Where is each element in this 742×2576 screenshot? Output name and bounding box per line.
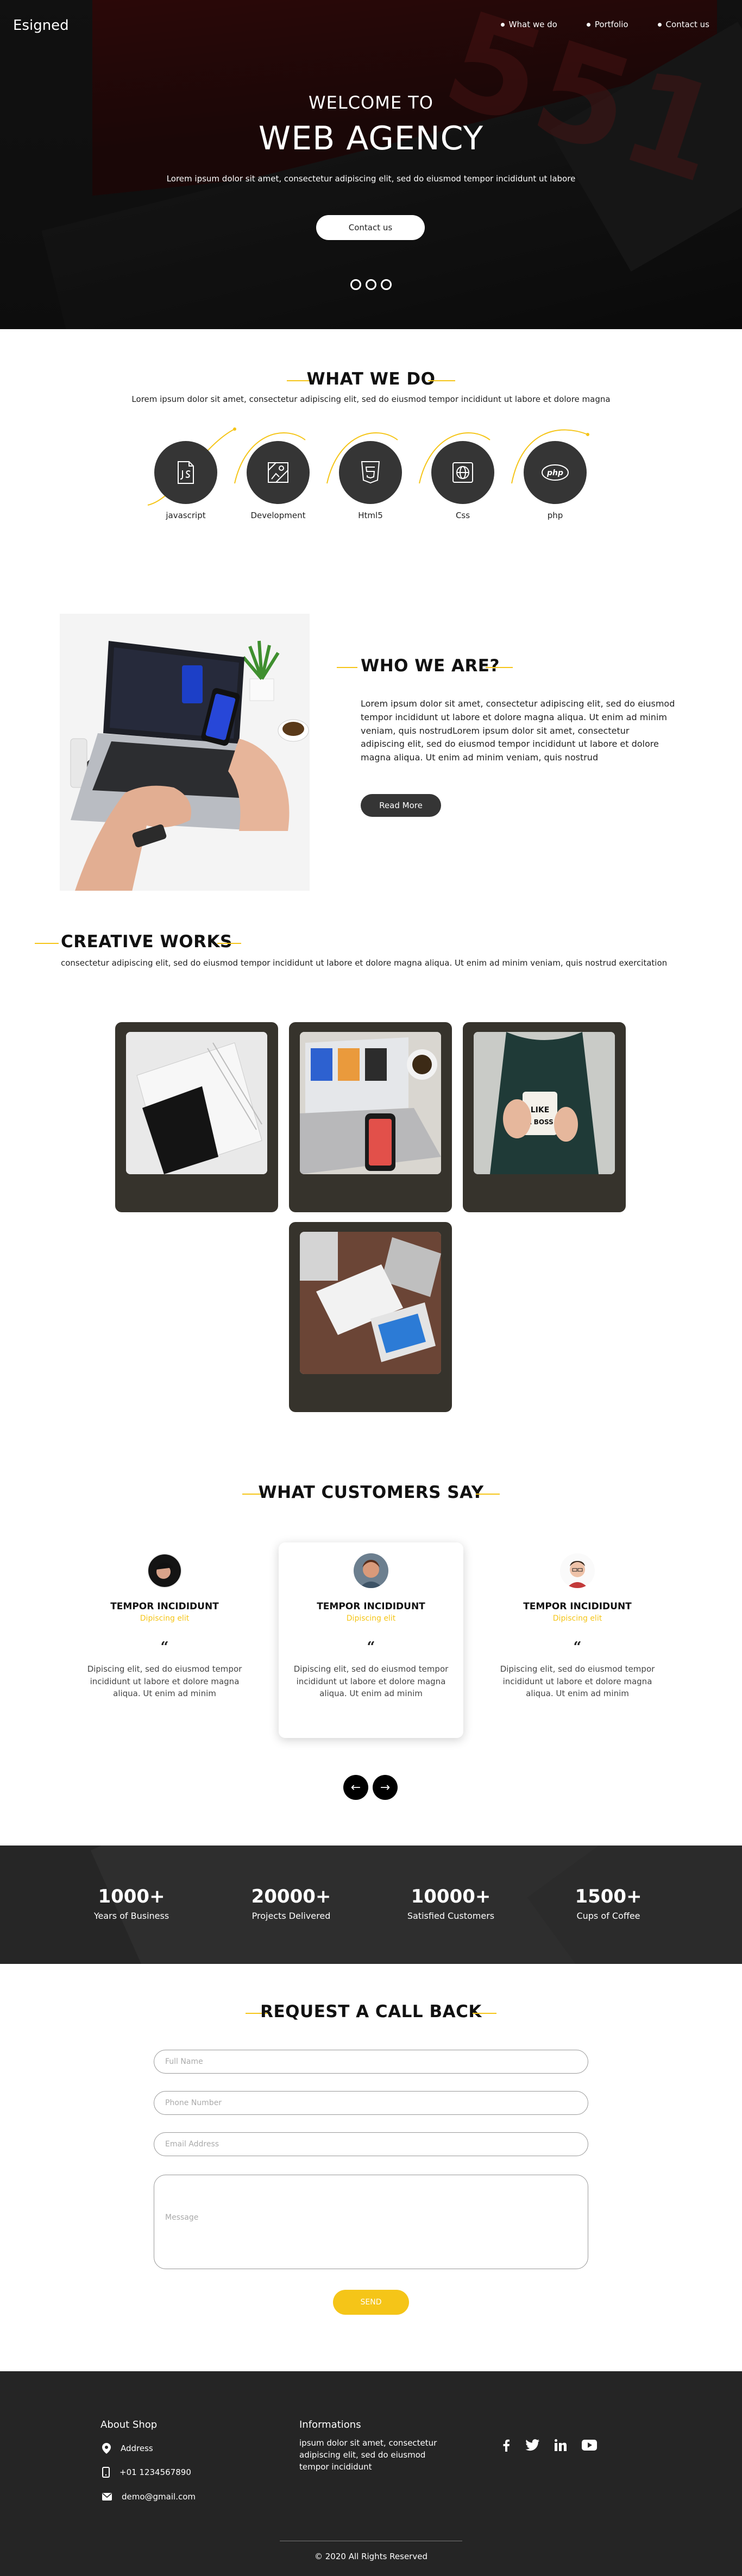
social-links [502, 2439, 597, 2452]
next-arrow-button[interactable]: → [373, 1775, 398, 1800]
read-more-button[interactable]: Read More [361, 794, 441, 817]
callback-title: REQUEST A CALL BACK [260, 2002, 482, 2021]
skill-php[interactable]: php php [523, 441, 588, 520]
nav-bullet-icon [500, 22, 505, 27]
linkedin-icon[interactable] [555, 2439, 567, 2451]
envelope-icon [102, 2493, 112, 2501]
who-we-are-text: Lorem ipsum dolor sit amet, consectetur … [361, 698, 675, 763]
html5-icon [339, 441, 402, 504]
facebook-icon[interactable] [502, 2439, 510, 2452]
stats-section: 1000+ Years of Business 20000+ Projects … [0, 1846, 742, 1964]
portfolio-card[interactable] [115, 1022, 278, 1212]
stat-customers: 10000+ Satisfied Customers [407, 1886, 495, 1921]
copyright: © 2020 All Rights Reserved [315, 2552, 427, 2561]
slider-dots [350, 279, 392, 290]
skill-development[interactable]: Development [246, 441, 311, 520]
customers-title: WHAT CUSTOMERS SAY [258, 1483, 484, 1502]
nav-bullet-icon [586, 22, 590, 27]
slider-dot[interactable] [381, 279, 392, 290]
mobile-phone-icon [102, 2467, 110, 2478]
quote-icon: “ [160, 1639, 169, 1655]
nav-link-portfolio[interactable]: Portfolio [586, 20, 628, 29]
heading-accent-line [473, 2013, 496, 2014]
portfolio-card[interactable] [289, 1022, 452, 1212]
heading-accent-line [217, 943, 241, 944]
avatar [560, 1553, 595, 1588]
footer-phone[interactable]: +01 1234567890 [102, 2467, 191, 2478]
nav-link-contact-us[interactable]: Contact us [657, 20, 709, 29]
footer-email[interactable]: demo@gmail.com [102, 2492, 196, 2502]
who-we-are-title: WHO WE ARE? [361, 656, 500, 676]
portfolio-image-notebook [126, 1032, 267, 1174]
php-icon: php [524, 441, 587, 504]
creative-works-text: consectetur adipiscing elit, sed do eius… [61, 958, 668, 968]
portfolio-image-mug: LIKE A BOSS [474, 1032, 615, 1174]
development-icon [247, 441, 310, 504]
what-we-do-subtitle: Lorem ipsum dolor sit amet, consectetur … [131, 394, 611, 404]
send-button[interactable]: SEND [333, 2290, 409, 2315]
what-we-do-title: WHAT WE DO [306, 369, 436, 389]
brand-logo[interactable]: Esigned [13, 17, 69, 34]
quote-icon: “ [573, 1639, 582, 1655]
globe-icon [431, 441, 494, 504]
svg-text:php: php [546, 469, 563, 477]
heading-accent-line [476, 1494, 500, 1495]
avatar [354, 1553, 388, 1588]
footer-info-title: Informations [299, 2419, 361, 2430]
hero-title: WEB AGENCY [258, 119, 484, 158]
testimonial-card: TEMPOR INCIDIDUNT Dipiscing elit “ Dipis… [485, 1542, 670, 1738]
stat-years: 1000+ Years of Business [93, 1886, 169, 1921]
youtube-icon[interactable] [582, 2440, 597, 2451]
quote-icon: “ [367, 1639, 375, 1655]
footer-about-title: About Shop [100, 2419, 158, 2430]
heading-accent-line [35, 943, 59, 944]
email-input[interactable] [154, 2132, 588, 2156]
footer-address[interactable]: Address [102, 2443, 153, 2454]
stat-coffee: 1500+ Cups of Coffee [575, 1886, 642, 1921]
phone-number-input[interactable] [154, 2091, 588, 2115]
portfolio-card[interactable]: LIKE A BOSS [463, 1022, 626, 1212]
full-name-input[interactable] [154, 2050, 588, 2074]
heading-accent-line [428, 380, 455, 381]
prev-arrow-button[interactable]: ← [343, 1775, 368, 1800]
portfolio-image-desk [300, 1232, 441, 1374]
message-textarea[interactable] [154, 2175, 588, 2269]
heading-accent-line [486, 667, 513, 668]
portfolio-card[interactable] [289, 1222, 452, 1412]
heading-accent-line [337, 667, 357, 668]
skill-html5[interactable]: Html5 [338, 441, 403, 520]
contact-us-button[interactable]: Contact us [316, 215, 425, 240]
nav-link-what-we-do[interactable]: What we do [500, 20, 557, 29]
twitter-icon[interactable] [525, 2439, 539, 2451]
hero-section: 551 Esigned What we do Portfolio Contact… [0, 0, 742, 329]
portfolio-image-laptop-phone [300, 1032, 441, 1174]
skill-css[interactable]: Css [430, 441, 495, 520]
who-we-are-image [60, 614, 310, 891]
map-pin-icon [102, 2443, 111, 2454]
top-navigation: What we do Portfolio Contact us [500, 20, 709, 29]
slider-dot[interactable] [350, 279, 361, 290]
hero-welcome: WELCOME TO [309, 92, 433, 113]
js-file-icon [154, 441, 217, 504]
slider-dot[interactable] [366, 279, 376, 290]
skill-javascript[interactable]: javascript [153, 441, 218, 520]
svg-text:LIKE: LIKE [531, 1106, 550, 1114]
testimonial-card: TEMPOR INCIDIDUNT Dipiscing elit “ Dipis… [72, 1542, 257, 1738]
testimonial-card-active: TEMPOR INCIDIDUNT Dipiscing elit “ Dipis… [279, 1542, 463, 1738]
nav-bullet-icon [657, 22, 662, 27]
footer-info-text: ipsum dolor sit amet, consectetur adipis… [299, 2438, 437, 2472]
creative-works-title: CREATIVE WORKS [61, 932, 232, 952]
hero-subtitle: Lorem ipsum dolor sit amet, consectetur … [166, 174, 576, 184]
stat-projects: 20000+ Projects Delivered [251, 1886, 331, 1921]
avatar [147, 1553, 182, 1588]
